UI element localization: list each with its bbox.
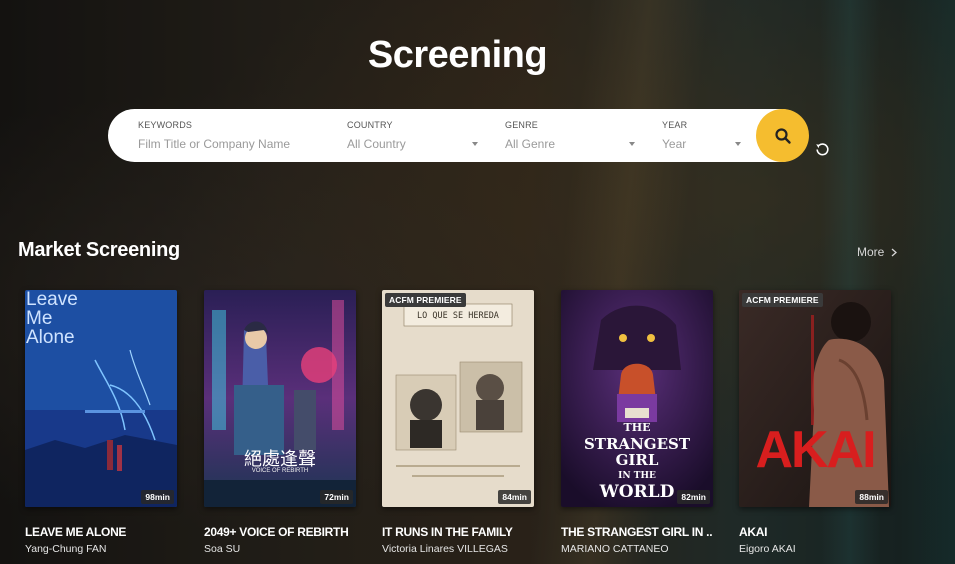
runtime-badge: 84min xyxy=(498,490,531,504)
film-director: Soa SU xyxy=(204,543,241,555)
film-title[interactable]: AKAI xyxy=(739,525,891,539)
reset-button[interactable] xyxy=(813,140,832,159)
film-director: MARIANO CATTANEO xyxy=(561,543,669,555)
film-poster[interactable]: AKAI ACFM PREMIERE 88min xyxy=(739,290,891,507)
film-director: Victoria Linares VILLEGAS xyxy=(382,543,508,555)
film-director: Eigoro AKAI xyxy=(739,543,796,555)
poster-text: Leave xyxy=(26,290,78,310)
more-label: More xyxy=(857,245,885,259)
chevron-right-icon xyxy=(891,248,898,256)
chevron-down-icon[interactable] xyxy=(629,142,635,146)
poster-text: STRANGEST GIRL xyxy=(583,435,691,469)
poster-text: Me xyxy=(26,308,53,329)
poster-text: Alone xyxy=(26,327,75,348)
film-poster[interactable]: LO QUE SE HEREDA ACFM PREMIERE 84min xyxy=(382,290,534,507)
poster-text: VOICE OF REBIRTH xyxy=(251,468,309,474)
keywords-field[interactable]: KEYWORDS Film Title or Company Name xyxy=(138,120,328,151)
film-title[interactable]: IT RUNS IN THE FAMILY xyxy=(382,525,534,539)
poster-text: THE xyxy=(623,421,651,434)
more-link[interactable]: More xyxy=(857,245,898,259)
film-card[interactable]: THE STRANGEST GIRL IN THE WORLD 82min TH… xyxy=(561,290,713,555)
search-button[interactable] xyxy=(756,109,809,162)
search-icon xyxy=(774,127,791,144)
film-title[interactable]: 2049+ VOICE OF REBIRTH xyxy=(204,525,356,539)
film-title[interactable]: LEAVE ME ALONE xyxy=(25,525,177,539)
film-card[interactable]: AKAI ACFM PREMIERE 88min AKAI Eigoro AKA… xyxy=(739,290,891,555)
runtime-badge: 88min xyxy=(855,490,888,504)
chevron-down-icon[interactable] xyxy=(735,142,741,146)
film-card[interactable]: Leave Me Alone 98min LEAVE ME ALONE Yang… xyxy=(25,290,177,555)
genre-select[interactable]: GENRE All Genre xyxy=(505,120,640,151)
genre-label: GENRE xyxy=(505,120,539,130)
keywords-label: KEYWORDS xyxy=(138,120,193,130)
keywords-input[interactable]: Film Title or Company Name xyxy=(138,137,328,151)
search-bar: KEYWORDS Film Title or Company Name COUN… xyxy=(108,109,808,162)
country-select[interactable]: COUNTRY All Country xyxy=(347,120,482,151)
year-label: YEAR xyxy=(662,120,688,130)
section-title: Market Screening xyxy=(18,239,180,261)
film-card[interactable]: LO QUE SE HEREDA ACFM PREMIERE 84min IT … xyxy=(382,290,534,555)
runtime-badge: 82min xyxy=(677,490,710,504)
country-value: All Country xyxy=(347,137,406,151)
genre-value: All Genre xyxy=(505,137,556,151)
film-title[interactable]: THE STRANGEST GIRL IN ... xyxy=(561,525,713,539)
poster-text: LO QUE SE HEREDA xyxy=(417,311,499,321)
film-card[interactable]: 絕處逢聲 VOICE OF REBIRTH 72min 2049+ VOICE … xyxy=(204,290,356,555)
film-poster[interactable]: Leave Me Alone 98min xyxy=(25,290,177,507)
chevron-down-icon[interactable] xyxy=(472,142,478,146)
premiere-badge: ACFM PREMIERE xyxy=(385,293,466,307)
runtime-badge: 72min xyxy=(320,490,353,504)
film-poster[interactable]: 絕處逢聲 VOICE OF REBIRTH 72min xyxy=(204,290,356,507)
year-select[interactable]: YEAR Year xyxy=(662,120,747,151)
premiere-badge: ACFM PREMIERE xyxy=(742,293,823,307)
reset-icon xyxy=(816,143,829,156)
film-poster[interactable]: THE STRANGEST GIRL IN THE WORLD 82min xyxy=(561,290,713,507)
film-director: Yang-Chung FAN xyxy=(25,543,107,555)
poster-text: AKAI xyxy=(755,421,876,479)
country-label: COUNTRY xyxy=(347,120,393,130)
runtime-badge: 98min xyxy=(141,490,174,504)
page-title: Screening xyxy=(367,34,548,76)
